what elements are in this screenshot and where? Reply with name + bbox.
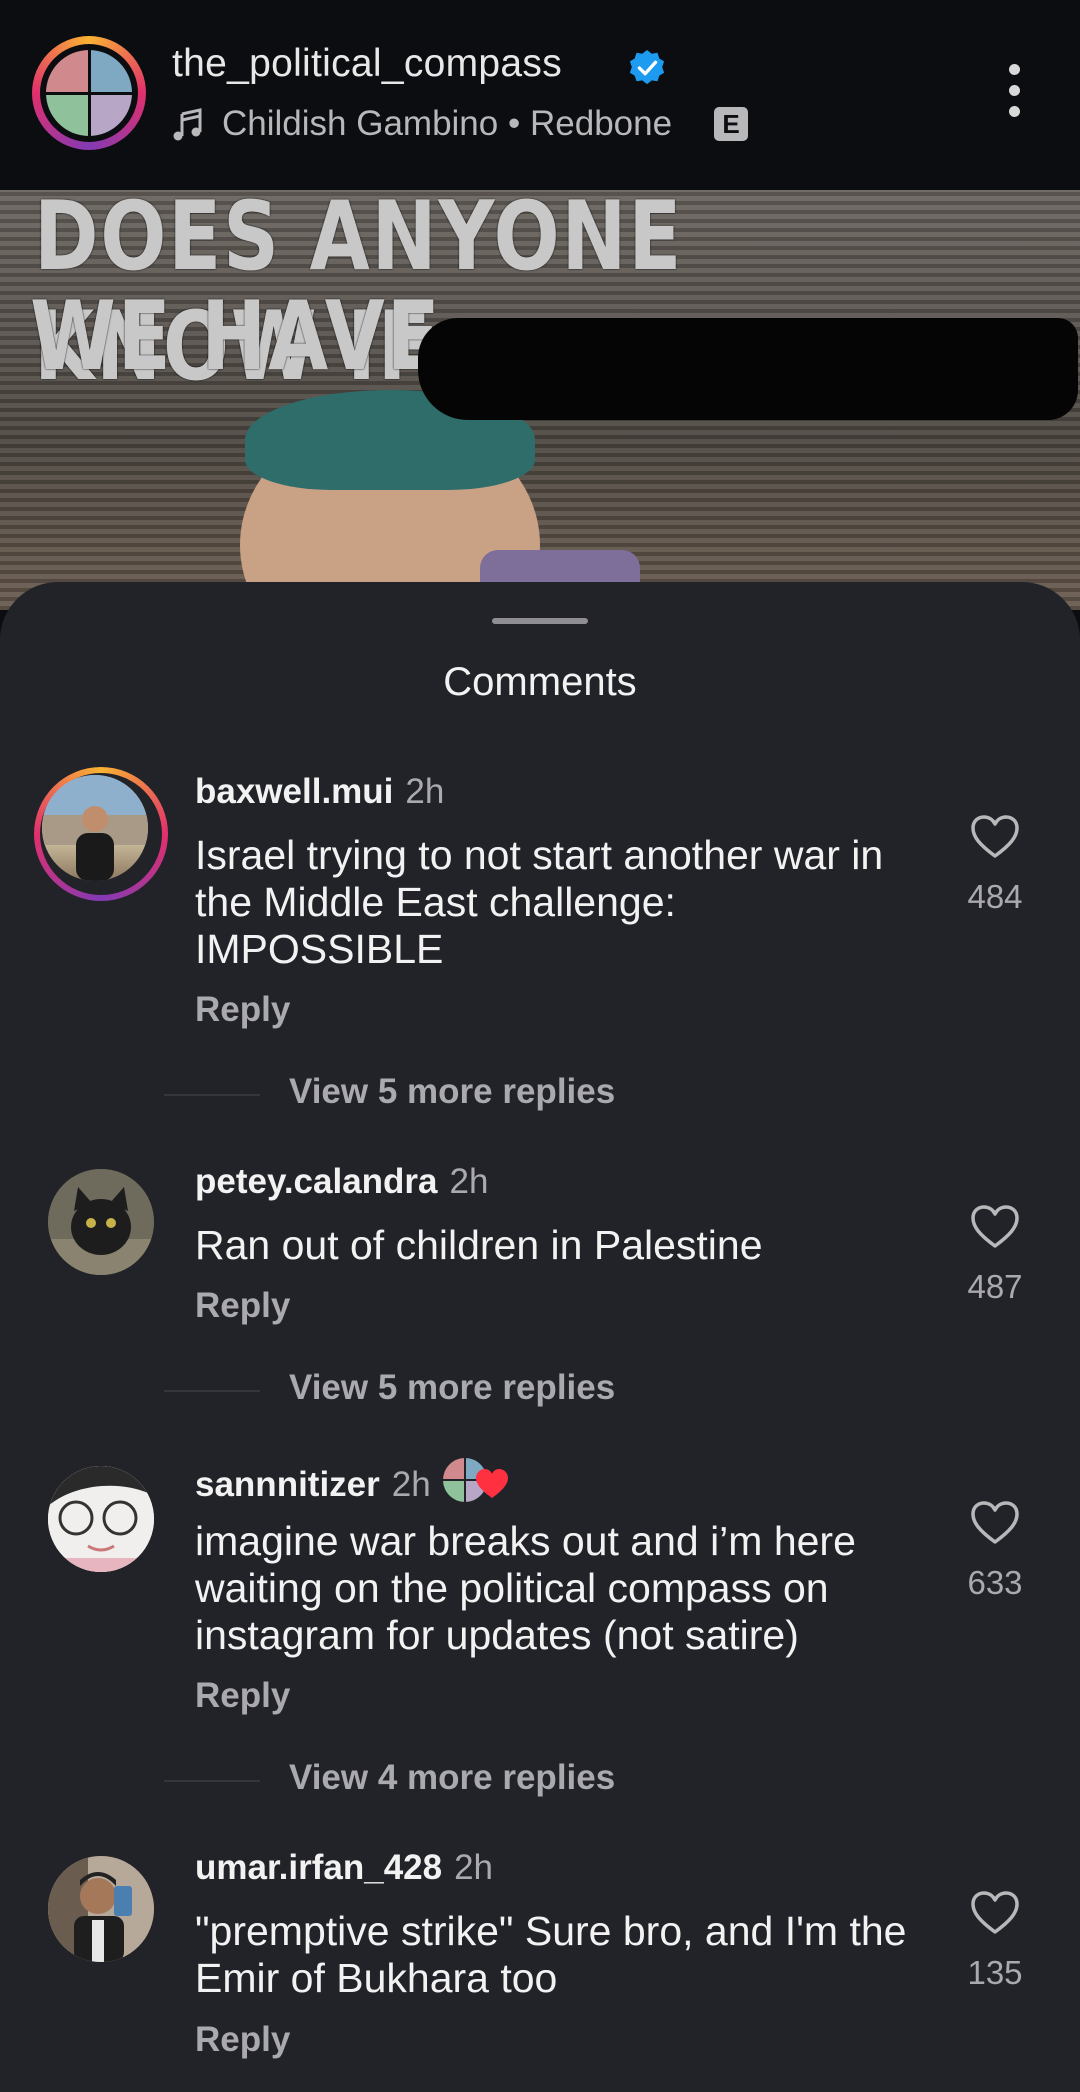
comment-text: Israel trying to not start another war i… [195, 832, 884, 972]
explicit-badge: E [714, 107, 748, 141]
audio-info[interactable]: Childish Gambino • Redbone [222, 104, 672, 144]
reply-button[interactable]: Reply [195, 1286, 290, 1326]
red-heart-icon [475, 1469, 508, 1498]
cat-avatar-image [48, 1169, 154, 1275]
song-title: Redbone [529, 104, 673, 143]
anime-avatar-image [48, 1466, 154, 1572]
comment-time: 2h [405, 772, 445, 811]
music-note-icon [173, 108, 202, 141]
meme-caption-line-2: WE HAVE [30, 282, 442, 392]
comment-username[interactable]: sannnitizer 2h [195, 1458, 509, 1505]
verified-badge-icon [629, 49, 665, 85]
audio-separator: • [507, 104, 521, 143]
comment-username[interactable]: baxwell.mui 2h [195, 772, 444, 812]
comment-username[interactable]: umar.irfan_428 2h [195, 1848, 493, 1888]
reply-button[interactable]: Reply [195, 2020, 290, 2060]
comment-text: imagine war breaks out and i’m here wait… [195, 1518, 856, 1658]
more-vertical-icon[interactable] [1000, 64, 1028, 124]
account-avatar[interactable] [32, 36, 146, 150]
commenter-avatar[interactable] [48, 1466, 154, 1572]
compass-heart-emoji [442, 1458, 509, 1504]
selfie-avatar-image [48, 1856, 154, 1962]
comment-time: 2h [391, 1465, 431, 1504]
reply-button[interactable]: Reply [195, 990, 290, 1030]
commenter-avatar[interactable] [48, 1169, 154, 1275]
comments-sheet: Comments baxwell.mui 2h Israel trying to … [0, 582, 1080, 2092]
reel-header: the_political_compass Childish Gambino •… [0, 0, 1080, 175]
like-count: 135 [967, 1954, 1023, 1991]
comment-text: "premptive strike" Sure bro, and I'm the… [195, 1908, 907, 2001]
reply-button[interactable]: Reply [195, 1676, 290, 1716]
reel-video[interactable]: DOES ANYONE KNOW IF WE HAVE [0, 190, 1080, 610]
comment-username[interactable]: petey.calandra 2h [195, 1162, 488, 1202]
heart-outline-icon[interactable] [970, 1500, 1020, 1546]
commenter-avatar[interactable] [48, 1856, 154, 1962]
like-count: 487 [967, 1268, 1023, 1305]
heart-outline-icon[interactable] [970, 1204, 1020, 1250]
song-artist: Childish Gambino [222, 104, 499, 143]
account-name[interactable]: the_political_compass [172, 42, 562, 86]
redaction-scribble [418, 318, 1078, 420]
comment-text: Ran out of children in Palestine [195, 1222, 763, 1268]
commenter-avatar[interactable] [34, 767, 168, 901]
heart-outline-icon[interactable] [970, 1890, 1020, 1936]
drag-handle[interactable] [492, 618, 588, 624]
heart-outline-icon[interactable] [970, 814, 1020, 860]
like-count: 633 [967, 1564, 1023, 1601]
comment-time: 2h [449, 1162, 489, 1201]
comment-time: 2h [454, 1848, 494, 1887]
political-compass-logo [46, 50, 132, 136]
like-count: 484 [967, 878, 1023, 915]
sheet-title: Comments [443, 660, 637, 704]
